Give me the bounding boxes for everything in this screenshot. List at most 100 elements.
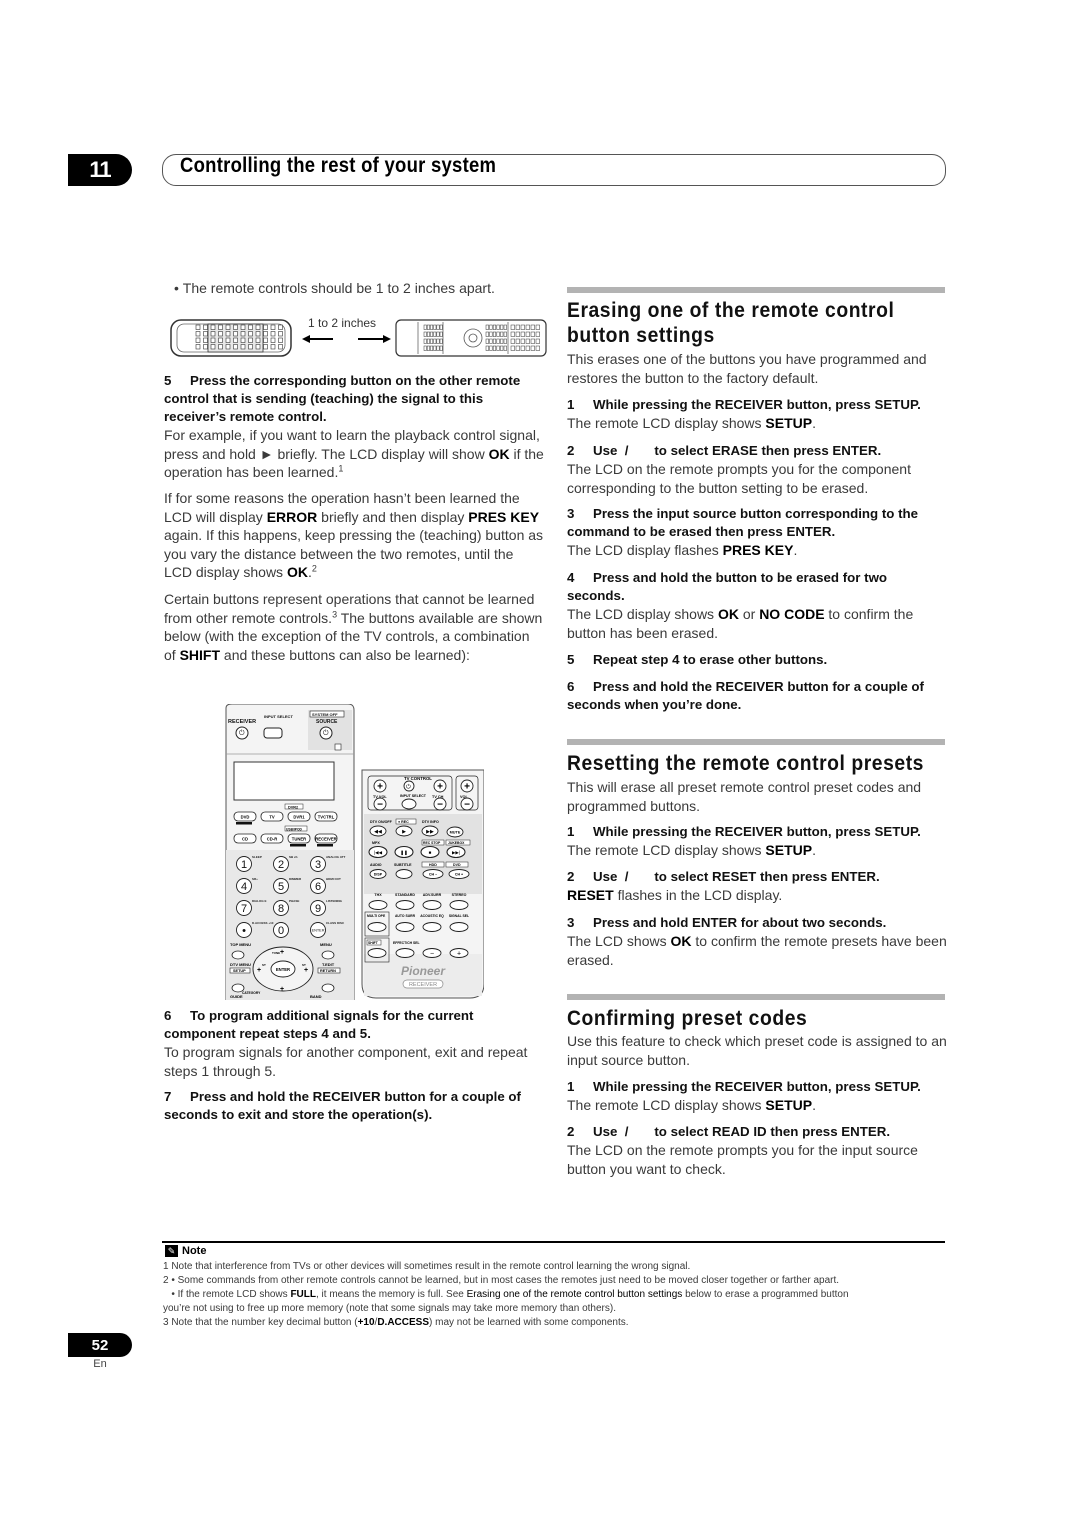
svg-text:BAND: BAND bbox=[310, 994, 322, 999]
mini-key bbox=[248, 337, 253, 343]
svg-text:0: 0 bbox=[278, 925, 284, 937]
mini-key bbox=[489, 331, 493, 337]
mini-key bbox=[270, 324, 276, 330]
svg-text:2: 2 bbox=[278, 859, 284, 871]
mini-key bbox=[225, 344, 231, 350]
mini-key bbox=[218, 331, 223, 337]
mini-key bbox=[423, 331, 427, 337]
svg-text:CD: CD bbox=[242, 836, 248, 841]
reset-step-2-body: RESET flashes in the LCD display. bbox=[567, 887, 783, 903]
mini-key bbox=[218, 324, 223, 330]
svg-text:6: 6 bbox=[315, 881, 321, 893]
confirm-step-2-body: The LCD on the remote prompts you for th… bbox=[567, 1142, 918, 1177]
mini-key bbox=[489, 324, 493, 330]
mini-key bbox=[503, 345, 507, 351]
erase-step-3-heading: 3 Press the input source button correspon… bbox=[567, 506, 919, 539]
reset-intro: This will erase all preset remote contro… bbox=[567, 779, 922, 814]
mini-key bbox=[500, 324, 504, 330]
mini-key bbox=[225, 337, 231, 343]
note-3: 3 Note that the number key decimal butto… bbox=[163, 1317, 629, 1328]
mini-key bbox=[270, 331, 276, 337]
mini-key bbox=[520, 345, 525, 351]
mini-key bbox=[233, 344, 238, 350]
svg-text:•: • bbox=[242, 925, 246, 937]
svg-text:PHASE: PHASE bbox=[289, 899, 299, 903]
mini-key bbox=[496, 324, 500, 330]
note-divider bbox=[162, 1241, 945, 1243]
mini-key bbox=[195, 324, 201, 330]
svg-text:TV CONTROL: TV CONTROL bbox=[404, 776, 432, 781]
mini-key bbox=[496, 345, 500, 351]
pioneer-logo: Pioneer bbox=[401, 964, 446, 978]
mini-key bbox=[510, 345, 515, 351]
svg-text:DVD: DVD bbox=[453, 863, 461, 867]
mini-key bbox=[210, 344, 216, 350]
erase-step-2-body: The LCD on the remote prompts you for th… bbox=[567, 461, 911, 496]
mini-key bbox=[195, 331, 201, 337]
svg-text:SUBTITLE: SUBTITLE bbox=[394, 863, 412, 867]
svg-text:▶▶: ▶▶ bbox=[426, 829, 434, 835]
step-5-body-3: Certain buttons represent operations tha… bbox=[164, 591, 543, 663]
note-label: Note bbox=[182, 1245, 207, 1257]
mini-key bbox=[240, 331, 246, 337]
mini-key bbox=[233, 331, 238, 337]
svg-text:⏻: ⏻ bbox=[323, 729, 329, 737]
page-language: En bbox=[93, 1358, 107, 1370]
svg-text:−: − bbox=[437, 800, 443, 811]
mini-key bbox=[430, 345, 434, 351]
mini-key bbox=[430, 324, 434, 330]
mini-key bbox=[500, 331, 504, 337]
mini-key bbox=[248, 324, 253, 330]
mini-key bbox=[510, 331, 515, 337]
mini-key bbox=[500, 338, 504, 344]
svg-text:MPX: MPX bbox=[372, 841, 380, 845]
svg-text:+: + bbox=[464, 782, 470, 793]
svg-text:ANALOG ATT: ANALOG ATT bbox=[326, 855, 345, 859]
mini-key bbox=[426, 331, 430, 337]
erase-step-4-body: The LCD display shows OK or NO CODE to c… bbox=[567, 606, 914, 641]
confirm-step-1-heading: 1 While pressing the RECEIVER button, pre… bbox=[567, 1079, 921, 1094]
svg-text:+: + bbox=[457, 951, 461, 958]
svg-text:⏻: ⏻ bbox=[406, 784, 411, 791]
svg-text:HDD: HDD bbox=[429, 863, 437, 867]
mini-key bbox=[515, 324, 520, 330]
svg-text:5: 5 bbox=[278, 881, 284, 893]
mini-key bbox=[426, 345, 430, 351]
mini-key bbox=[489, 338, 493, 344]
svg-text:DTV INFO: DTV INFO bbox=[422, 820, 439, 824]
confirm-step-2-heading: 2 Use / to select READ ID then press ENTE… bbox=[567, 1124, 891, 1139]
svg-text:+: + bbox=[377, 782, 383, 793]
note-1: 1 Note that interference from TVs or oth… bbox=[163, 1261, 691, 1272]
mini-key bbox=[203, 337, 208, 343]
section-divider bbox=[567, 287, 945, 293]
svg-text:THX: THX bbox=[374, 893, 382, 897]
mini-key bbox=[492, 331, 497, 337]
confirm-step-1-body: The remote LCD display shows SETUP. bbox=[567, 1097, 816, 1113]
dvr2-label: DVR2 bbox=[288, 805, 298, 809]
mini-key bbox=[203, 324, 208, 330]
input-select-label: INPUT SELECT bbox=[264, 714, 293, 719]
usb-label: USB/IPOD bbox=[286, 827, 303, 831]
distance-label: 1 to 2 inches bbox=[308, 316, 376, 330]
reset-step-1-heading: 1 While pressing the RECEIVER button, pre… bbox=[567, 824, 921, 839]
mini-key bbox=[263, 344, 268, 350]
section-divider bbox=[567, 994, 945, 1000]
mini-key bbox=[510, 338, 515, 344]
svg-text:+: + bbox=[257, 967, 261, 974]
mini-key bbox=[436, 331, 440, 337]
svg-text:8: 8 bbox=[278, 903, 284, 915]
learning-remote-illustration bbox=[395, 319, 547, 357]
svg-text:3: 3 bbox=[315, 859, 321, 871]
erasing-link[interactable]: Erasing one of the remote control button… bbox=[467, 1289, 683, 1300]
mini-key bbox=[240, 324, 246, 330]
svg-text:MUTE: MUTE bbox=[450, 831, 461, 835]
svg-text:MULTI OPE: MULTI OPE bbox=[367, 914, 386, 918]
svg-text:SLEEP: SLEEP bbox=[252, 855, 262, 859]
mini-key bbox=[426, 324, 430, 330]
svg-text:9: 9 bbox=[315, 903, 321, 915]
mini-key bbox=[270, 344, 276, 350]
svg-text:7: 7 bbox=[241, 903, 247, 915]
mini-key bbox=[520, 338, 525, 344]
svg-text:ACOUSTIC EQ: ACOUSTIC EQ bbox=[420, 914, 444, 918]
bullet-text: The remote controls should be 1 to 2 inc… bbox=[182, 280, 495, 296]
